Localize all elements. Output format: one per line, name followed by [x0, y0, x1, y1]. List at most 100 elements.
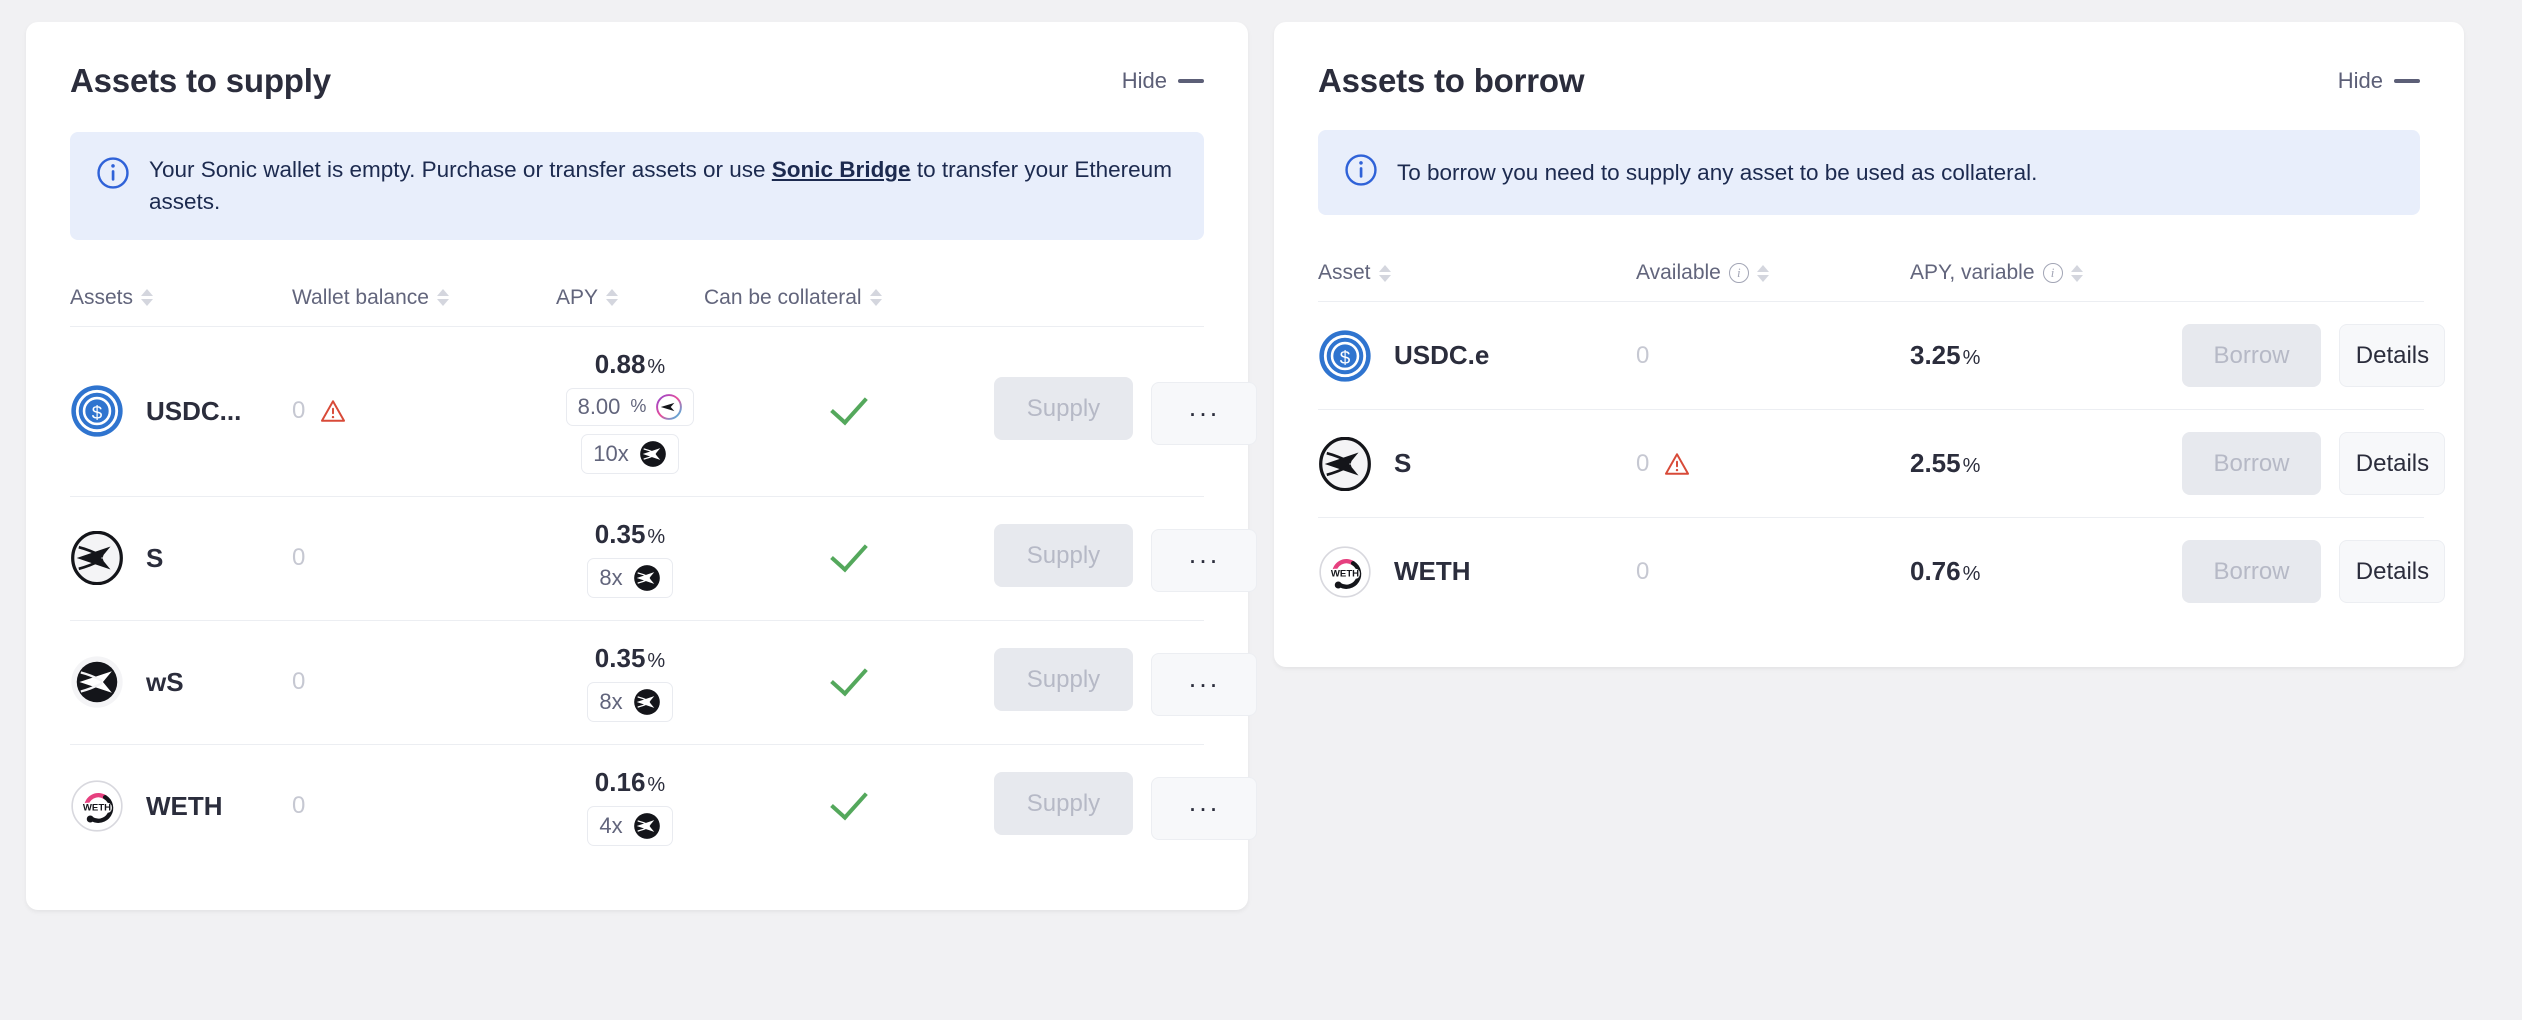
- leverage-badge[interactable]: 8x: [587, 557, 673, 598]
- apy-value: 0.88%: [595, 349, 665, 380]
- col-apy-label: APY: [556, 285, 599, 309]
- more-options-button[interactable]: ...: [1151, 777, 1258, 841]
- collateral-check-icon: [830, 657, 868, 697]
- col-available[interactable]: Available i: [1636, 261, 1910, 302]
- svg-text:WETH: WETH: [1331, 568, 1359, 579]
- apy-unit: %: [1962, 455, 1981, 477]
- apy-value: 0.76%: [1910, 556, 2182, 587]
- col-actions: [2182, 261, 2424, 302]
- sort-icon[interactable]: [141, 289, 154, 307]
- sort-icon[interactable]: [436, 289, 449, 307]
- weth-icon: WETH: [1319, 545, 1371, 598]
- apy-cell: 0.35% 8x: [556, 643, 704, 722]
- wallet-balance-cell: 0: [292, 792, 556, 820]
- supply-asset-cell: WETH WETH: [70, 779, 292, 833]
- col-asset[interactable]: Asset: [1318, 261, 1636, 302]
- asset-symbol: S: [1394, 448, 1412, 478]
- col-apy[interactable]: APY: [556, 286, 704, 327]
- apy-value: 0.35%: [595, 643, 665, 674]
- col-wallet-balance[interactable]: Wallet balance: [292, 286, 556, 327]
- apy-unit: %: [647, 773, 666, 796]
- supply-info-banner: Your Sonic wallet is empty. Purchase or …: [70, 132, 1204, 240]
- assets-to-supply-card: Assets to supply Hide Your Sonic wallet …: [26, 22, 1258, 910]
- asset-symbol: S: [146, 542, 164, 573]
- wallet-balance-value: 0: [292, 668, 306, 696]
- borrow-table: Asset Available i APY, variable i $ USDC…: [1318, 261, 2446, 667]
- info-icon[interactable]: i: [2042, 263, 2063, 283]
- available-cell: 0: [1636, 558, 1910, 586]
- supply-button[interactable]: Supply: [994, 377, 1133, 441]
- details-button[interactable]: Details: [2339, 324, 2446, 387]
- col-actions: [994, 286, 1204, 327]
- apy-value: 0.35%: [595, 519, 665, 550]
- table-row: WETH WETH 0 0.16 % 4x Supply ...: [70, 743, 1258, 868]
- table-bottom-spacer: [1318, 625, 2424, 667]
- apy-number: 0.35: [594, 642, 646, 673]
- borrow-button[interactable]: Borrow: [2182, 540, 2321, 603]
- supply-button[interactable]: Supply: [994, 772, 1133, 836]
- minus-icon: [2394, 79, 2420, 83]
- info-circle-icon: [1344, 153, 1378, 192]
- more-options-button[interactable]: ...: [1151, 653, 1258, 717]
- wallet-balance-value: 0: [292, 544, 306, 572]
- sonic-icon: [639, 441, 666, 467]
- col-can-be-collateral-label: Can be collateral: [704, 285, 862, 309]
- more-options-button[interactable]: ...: [1151, 529, 1258, 593]
- info-icon[interactable]: i: [1728, 263, 1749, 283]
- sonic-icon: [1319, 436, 1371, 491]
- table-bottom-spacer: [70, 868, 1204, 910]
- borrow-asset-cell: S: [1318, 436, 1636, 491]
- collateral-check-icon: [830, 386, 868, 426]
- available-value: 0: [1636, 341, 1650, 369]
- apy-unit: %: [647, 649, 666, 672]
- apy-number: 0.35: [594, 518, 646, 549]
- asset-symbol: USDC...: [146, 395, 242, 426]
- supply-table-body: $ USDC... 0 0.88 % 8.00 % 10x Supply ...…: [70, 325, 1258, 910]
- supply-button[interactable]: Supply: [994, 524, 1133, 588]
- col-assets-label: Assets: [70, 285, 134, 309]
- leverage-badge-value: 10x: [593, 440, 629, 466]
- info-circle-icon: [96, 156, 130, 195]
- borrow-info-banner: To borrow you need to supply any asset t…: [1318, 130, 2420, 215]
- borrow-button[interactable]: Borrow: [2182, 324, 2321, 387]
- borrow-card-header: Assets to borrow Hide: [1274, 22, 2464, 108]
- supply-asset-cell: wS: [70, 655, 292, 709]
- sort-icon[interactable]: [869, 289, 882, 307]
- sonic-points-icon: [656, 393, 683, 420]
- col-can-be-collateral[interactable]: Can be collateral: [704, 286, 994, 327]
- warning-triangle-icon: [321, 400, 346, 423]
- supply-button[interactable]: Supply: [994, 648, 1133, 712]
- sonic-bridge-link[interactable]: Sonic Bridge: [772, 157, 911, 182]
- sort-icon[interactable]: [1756, 264, 1769, 282]
- collateral-check-icon: [830, 781, 868, 821]
- apy-cell: 0.16% 4x: [556, 767, 704, 846]
- sort-icon[interactable]: [606, 289, 619, 307]
- borrow-hide-label: Hide: [2337, 68, 2383, 93]
- details-button[interactable]: Details: [2339, 540, 2446, 603]
- supply-hide-toggle[interactable]: Hide: [1122, 68, 1204, 94]
- col-apy-variable[interactable]: APY, variable i: [1910, 261, 2182, 302]
- incentive-badge[interactable]: 8.00%: [565, 387, 695, 426]
- borrow-asset-cell: WETH WETH: [1318, 545, 1636, 599]
- asset-symbol: WETH: [1394, 556, 1471, 586]
- sonic-icon: [633, 813, 660, 839]
- leverage-badge[interactable]: 10x: [581, 433, 679, 474]
- sonic-icon: [633, 565, 660, 591]
- col-available-label: Available: [1636, 261, 1721, 284]
- wallet-balance-cell: 0: [292, 668, 556, 696]
- more-options-button[interactable]: ...: [1151, 382, 1258, 446]
- apy-unit: %: [647, 355, 666, 378]
- leverage-badge[interactable]: 4x: [587, 805, 673, 846]
- col-assets[interactable]: Assets: [70, 286, 292, 327]
- col-apy-variable-label: APY, variable: [1910, 261, 2035, 284]
- sort-icon[interactable]: [1378, 264, 1391, 282]
- leverage-badge[interactable]: 8x: [587, 681, 673, 722]
- leverage-badge-value: 8x: [599, 688, 623, 714]
- borrow-button[interactable]: Borrow: [2182, 432, 2321, 495]
- borrow-hide-toggle[interactable]: Hide: [2338, 68, 2420, 94]
- apy-number: 2.55: [1910, 448, 1961, 478]
- details-button[interactable]: Details: [2339, 432, 2446, 495]
- table-row: $ USDC.e 0 3.25% Borrow Details: [1318, 301, 2446, 410]
- sort-icon[interactable]: [2070, 264, 2083, 282]
- table-row: S 0 0.35% 8x Supply ...: [70, 495, 1258, 621]
